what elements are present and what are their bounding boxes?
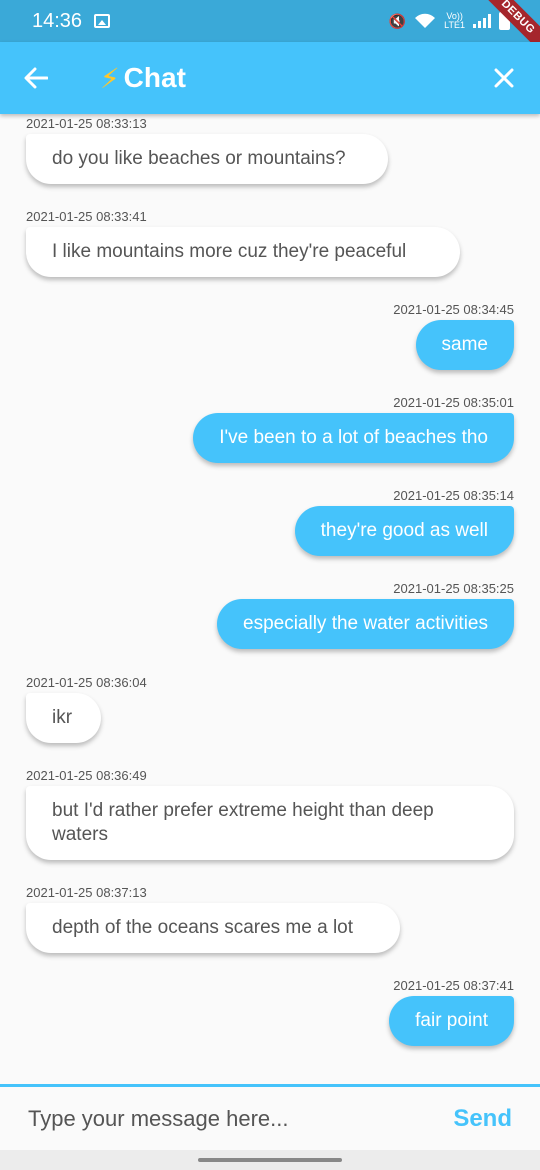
app-title-group: ⚡ Chat: [100, 62, 186, 95]
message-timestamp: 2021-01-25 08:33:41: [26, 209, 147, 224]
back-button[interactable]: [0, 42, 72, 114]
message-item: 2021-01-25 08:35:01 I've been to a lot o…: [193, 395, 514, 463]
message-bubble[interactable]: especially the water activities: [217, 599, 514, 649]
message-item: 2021-01-25 08:35:14 they're good as well: [294, 488, 514, 556]
message-item: 2021-01-25 08:33:13 do you like beaches …: [26, 116, 388, 184]
message-timestamp: 2021-01-25 08:36:49: [26, 768, 147, 783]
message-timestamp: 2021-01-25 08:35:01: [393, 395, 514, 410]
message-bubble[interactable]: I like mountains more cuz they're peacef…: [26, 227, 460, 277]
wifi-icon: [415, 13, 436, 28]
signal-icon: [473, 14, 491, 28]
message-item: 2021-01-25 08:34:45 same: [393, 302, 514, 370]
message-timestamp: 2021-01-25 08:33:13: [26, 116, 147, 131]
message-timestamp: 2021-01-25 08:36:04: [26, 675, 147, 690]
message-bubble[interactable]: they're good as well: [294, 506, 514, 556]
message-item: 2021-01-25 08:36:49 but I'd rather prefe…: [26, 768, 514, 860]
message-bubble[interactable]: ikr: [26, 693, 101, 743]
message-item: 2021-01-25 08:33:41 I like mountains mor…: [26, 209, 460, 277]
message-timestamp: 2021-01-25 08:35:25: [393, 581, 514, 596]
message-timestamp: 2021-01-25 08:37:41: [393, 978, 514, 993]
message-bubble[interactable]: same: [415, 320, 514, 370]
send-button[interactable]: Send: [453, 1105, 512, 1133]
status-icons: 🔇 Vo)) LTE1: [389, 12, 510, 30]
arrow-left-icon: [24, 67, 48, 89]
message-timestamp: 2021-01-25 08:35:14: [393, 488, 514, 503]
gallery-icon: [94, 14, 111, 28]
page-title: Chat: [123, 62, 186, 93]
message-item: 2021-01-25 08:36:04 ikr: [26, 675, 147, 743]
message-bubble[interactable]: I've been to a lot of beaches tho: [193, 413, 514, 463]
app-bar: ⚡ Chat: [0, 42, 540, 114]
message-bubble[interactable]: fair point: [389, 996, 514, 1046]
message-timestamp: 2021-01-25 08:34:45: [393, 302, 514, 317]
message-timestamp: 2021-01-25 08:37:13: [26, 885, 147, 900]
message-list[interactable]: 2021-01-25 08:33:13 do you like beaches …: [0, 114, 540, 1084]
close-icon: [494, 68, 514, 88]
message-bubble[interactable]: depth of the oceans scares me a lot: [26, 903, 400, 953]
message-composer: Send: [0, 1084, 540, 1150]
mute-icon: 🔇: [388, 12, 407, 29]
status-time: 14:36: [32, 9, 83, 32]
message-item: 2021-01-25 08:35:25 especially the water…: [217, 581, 514, 649]
network-indicator: Vo)) LTE1: [444, 12, 465, 30]
lte-label: LTE1: [444, 20, 465, 30]
message-item: 2021-01-25 08:37:41 fair point: [389, 978, 514, 1046]
message-bubble[interactable]: do you like beaches or mountains?: [26, 134, 388, 184]
system-nav-bar: [0, 1150, 540, 1170]
message-item: 2021-01-25 08:37:13 depth of the oceans …: [26, 885, 400, 953]
close-button[interactable]: [468, 42, 540, 114]
status-bar: 14:36 🔇 Vo)) LTE1 DEBUG: [0, 0, 540, 58]
message-input[interactable]: [28, 1105, 454, 1132]
message-bubble[interactable]: but I'd rather prefer extreme height tha…: [26, 786, 514, 860]
lightning-icon: ⚡: [100, 62, 120, 94]
home-indicator[interactable]: [198, 1158, 342, 1162]
